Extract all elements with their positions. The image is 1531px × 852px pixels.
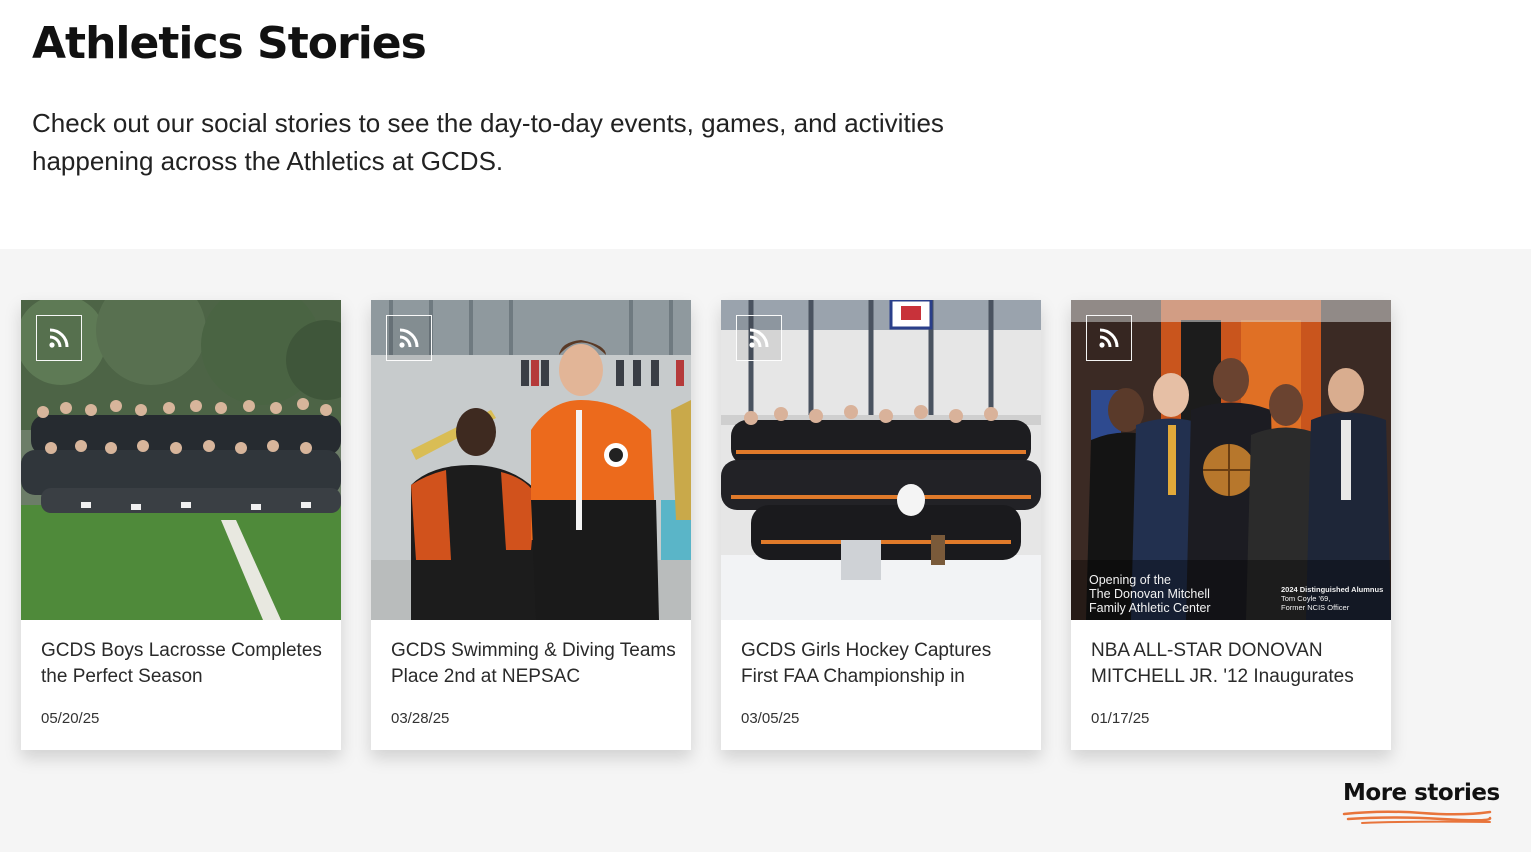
story-title[interactable]: GCDS Boys Lacrosse Completes the Perfect… (41, 638, 326, 690)
story-card-lacrosse[interactable]: GCDS Boys Lacrosse Completes the Perfect… (21, 300, 341, 750)
rss-icon (386, 315, 432, 361)
rss-icon (1086, 315, 1132, 361)
story-date: 03/28/25 (391, 710, 450, 727)
photo-caption: Opening of the The Donovan Mitchell Fami… (1089, 573, 1211, 615)
story-card-swimming[interactable]: GCDS Swimming & Diving Teams Place 2nd a… (371, 300, 691, 750)
story-card-mitchell[interactable]: Opening of the The Donovan Mitchell Fami… (1071, 300, 1391, 750)
story-date: 05/20/25 (41, 710, 100, 727)
story-image-mitchell[interactable]: Opening of the The Donovan Mitchell Fami… (1071, 300, 1391, 620)
story-date: 01/17/25 (1091, 710, 1150, 727)
story-date: 03/05/25 (741, 710, 800, 727)
award-caption: 2024 Distinguished Alumnus Tom Coyle '69… (1281, 585, 1384, 612)
story-image-swimming[interactable] (371, 300, 691, 620)
story-card-hockey[interactable]: GCDS Girls Hockey Captures First FAA Cha… (721, 300, 1041, 750)
scribble-underline-icon (1342, 810, 1492, 824)
page-title: Athletics Stories (32, 18, 427, 69)
story-image-hockey[interactable] (721, 300, 1041, 620)
story-title[interactable]: GCDS Girls Hockey Captures First FAA Cha… (741, 638, 1026, 690)
more-stories-link[interactable]: More stories (1343, 780, 1500, 806)
rss-icon (36, 315, 82, 361)
story-title[interactable]: NBA ALL-STAR DONOVAN MITCHELL JR. '12 In… (1091, 638, 1376, 690)
story-title[interactable]: GCDS Swimming & Diving Teams Place 2nd a… (391, 638, 676, 690)
rss-icon (736, 315, 782, 361)
story-image-lacrosse[interactable] (21, 300, 341, 620)
intro-text: Check out our social stories to see the … (32, 108, 944, 176)
